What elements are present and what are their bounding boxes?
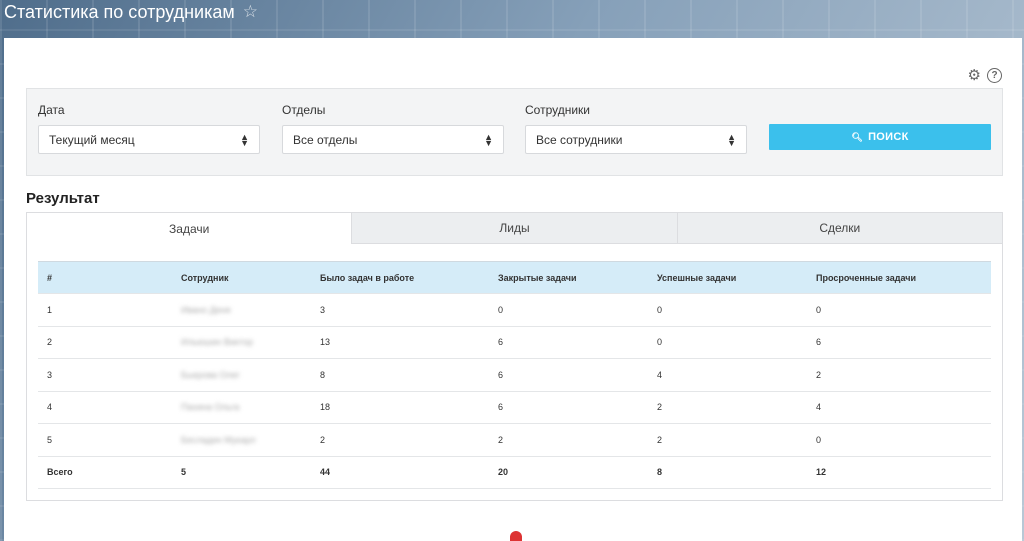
date-select[interactable]: Текущий месяц ▲ ▼ (38, 125, 260, 154)
column-header[interactable]: Было задач в работе (311, 261, 489, 294)
table-cell: 4 (648, 358, 807, 391)
table-cell: Ильюшин Виктор (172, 325, 311, 359)
table-cell: Всего (38, 455, 172, 489)
search-button[interactable]: 🔍︎ ПОИСК (769, 124, 991, 150)
table-cell: 8 (648, 455, 807, 489)
table-row: 3 Быкрова Олег 8 6 4 2 (38, 358, 991, 391)
employees-filter: Сотрудники Все сотрудники ▲ ▼ (525, 103, 747, 154)
table-cell: 5 (172, 455, 311, 489)
table-total-row: Всего 5 44 20 8 12 (38, 455, 991, 489)
column-header[interactable]: Успешные задачи (648, 261, 807, 294)
table-cell: 2 (311, 423, 489, 456)
column-header[interactable]: Просроченные задачи (807, 261, 991, 294)
table-cell: 3 (311, 293, 489, 326)
table-header-row: # Сотрудник Было задач в работе Закрытые… (38, 261, 991, 294)
select-arrows-icon: ▲ ▼ (484, 131, 493, 148)
result-title: Результат (26, 190, 100, 207)
page-title: Статистика по сотрудникам (4, 1, 235, 22)
top-icons: ⚙ ? (968, 68, 1002, 83)
table-cell: 2 (648, 423, 807, 456)
select-arrows-icon: ▲ ▼ (240, 131, 249, 148)
departments-label: Отделы (282, 103, 326, 117)
table-cell: 4 (38, 390, 172, 424)
table-row: 1 Ивано Деня 3 0 0 0 (38, 293, 991, 326)
column-header[interactable]: Закрытые задачи (489, 261, 648, 294)
table-cell: 13 (311, 325, 489, 359)
tasks-table: # Сотрудник Было задач в работе Закрытые… (38, 261, 991, 489)
main-panel: ⚙ ? Дата Текущий месяц ▲ ▼ Отделы Все отд… (4, 38, 1022, 541)
table-cell: 5 (38, 423, 172, 456)
employees-select-value: Все сотрудники (536, 132, 623, 147)
table-cell: Пахина Ольга (172, 390, 311, 424)
tab-tasks[interactable]: Задачи (27, 213, 352, 244)
table-cell: 3 (38, 358, 172, 391)
tab-leads[interactable]: Лиды (351, 213, 677, 244)
column-header[interactable]: Сотрудник (172, 261, 311, 294)
tab-bar: Задачи Лиды Сделки (27, 213, 1002, 244)
table-cell: 20 (489, 455, 648, 489)
table-cell: 0 (807, 293, 991, 326)
tab-deals[interactable]: Сделки (676, 213, 1002, 244)
employees-label: Сотрудники (525, 103, 590, 117)
table-cell: 2 (489, 423, 648, 456)
table-cell: 6 (489, 390, 648, 424)
departments-select-value: Все отделы (293, 132, 358, 147)
employees-select[interactable]: Все сотрудники ▲ ▼ (525, 125, 747, 154)
search-button-label: ПОИСК (868, 131, 909, 143)
table-cell: 18 (311, 390, 489, 424)
date-label: Дата (38, 103, 65, 117)
gear-icon[interactable]: ⚙ (968, 68, 981, 83)
bottom-partial-icon (510, 531, 522, 541)
table-row: 4 Пахина Ольга 18 6 2 4 (38, 390, 991, 424)
star-icon[interactable]: ☆ (243, 2, 258, 22)
table-cell: 1 (38, 293, 172, 326)
help-icon[interactable]: ? (987, 68, 1002, 83)
date-select-value: Текущий месяц (49, 132, 135, 147)
departments-select[interactable]: Все отделы ▲ ▼ (282, 125, 504, 154)
table-cell: Быкрова Олег (172, 358, 311, 391)
select-arrows-icon: ▲ ▼ (727, 131, 736, 148)
table-cell: 44 (311, 455, 489, 489)
table-cell: 8 (311, 358, 489, 391)
departments-filter: Отделы Все отделы ▲ ▼ (282, 103, 504, 154)
table-row: 2 Ильюшин Виктор 13 6 0 6 (38, 325, 991, 359)
column-header[interactable]: # (38, 261, 172, 294)
table-row: 5 Бесладин Мукарл 2 2 2 0 (38, 423, 991, 456)
table-cell: 0 (648, 325, 807, 359)
date-filter: Дата Текущий месяц ▲ ▼ (38, 103, 260, 154)
table-cell: 2 (807, 358, 991, 391)
table-cell: 6 (489, 358, 648, 391)
table-cell: 0 (648, 293, 807, 326)
table-cell: 0 (489, 293, 648, 326)
table-cell: 2 (648, 390, 807, 424)
table-cell: 0 (807, 423, 991, 456)
search-icon: 🔍︎ (851, 131, 864, 142)
table-cell: 4 (807, 390, 991, 424)
table-cell: Бесладин Мукарл (172, 423, 311, 456)
table-cell: 6 (489, 325, 648, 359)
table-cell: Ивано Деня (172, 293, 311, 326)
table-cell: 12 (807, 455, 991, 489)
page-header: Статистика по сотрудникам ☆ (4, 0, 258, 24)
table-cell: 6 (807, 325, 991, 359)
table-cell: 2 (38, 325, 172, 359)
filter-panel: Дата Текущий месяц ▲ ▼ Отделы Все отделы … (26, 88, 1003, 176)
result-tabs-panel: Задачи Лиды Сделки # Сотрудник Было зада… (26, 212, 1003, 501)
